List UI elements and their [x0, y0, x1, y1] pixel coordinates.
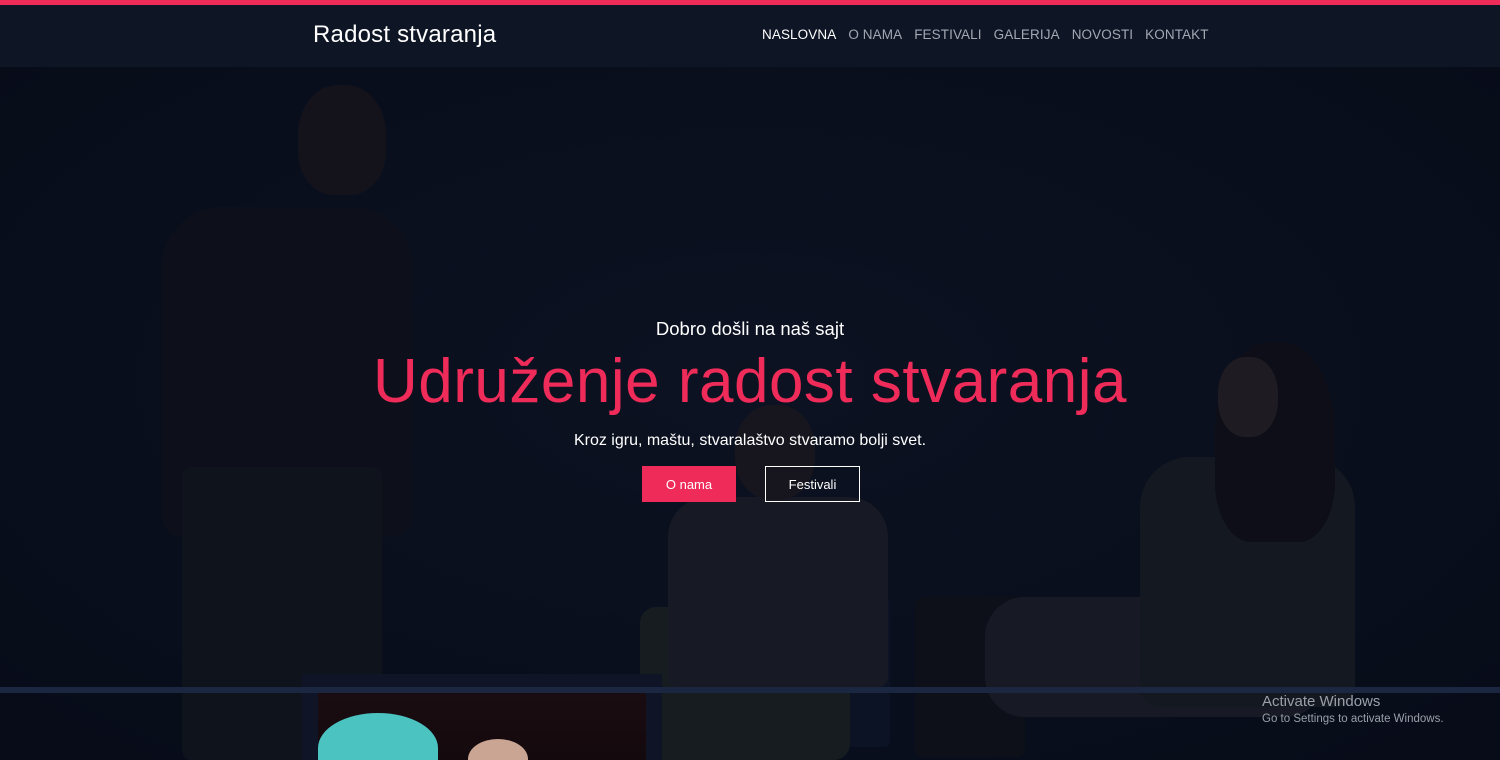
windows-activation-watermark: Activate Windows Go to Settings to activ… — [1262, 693, 1444, 725]
festivals-button[interactable]: Festivali — [765, 466, 860, 502]
nav-item-kontakt[interactable]: KONTAKT — [1139, 27, 1214, 42]
hero-content: Dobro došli na naš sajt Udruženje radost… — [0, 67, 1500, 760]
navbar: Radost stvaranja NASLOVNA O NAMA FESTIVA… — [0, 5, 1500, 67]
hero-title: Udruženje radost stvaranja — [373, 347, 1127, 416]
bottom-section-edge — [0, 687, 1500, 693]
gallery-preview-image — [318, 691, 646, 760]
nav-item-galerija[interactable]: GALERIJA — [988, 27, 1066, 42]
watermark-subtitle: Go to Settings to activate Windows. — [1262, 713, 1444, 725]
hero-subtitle: Kroz igru, maštu, stvaralaštvo stvaramo … — [573, 432, 927, 449]
nav-item-naslovna[interactable]: NASLOVNA — [756, 27, 842, 42]
costume-hair-shape — [318, 713, 438, 760]
about-us-button[interactable]: O nama — [642, 466, 736, 502]
main-nav: NASLOVNA O NAMA FESTIVALI GALERIJA NOVOS… — [756, 27, 1215, 42]
brand-logo-link[interactable]: Radost stvaranja — [313, 21, 496, 49]
nav-item-festivali[interactable]: FESTIVALI — [908, 27, 987, 42]
hero-welcome-text: Dobro došli na naš sajt — [655, 318, 845, 339]
hero-section: Dobro došli na naš sajt Udruženje radost… — [0, 67, 1500, 760]
nav-item-novosti[interactable]: NOVOSTI — [1066, 27, 1139, 42]
costume-face-shape — [468, 739, 528, 760]
nav-item-o-nama[interactable]: O NAMA — [842, 27, 908, 42]
watermark-title: Activate Windows — [1262, 693, 1381, 710]
